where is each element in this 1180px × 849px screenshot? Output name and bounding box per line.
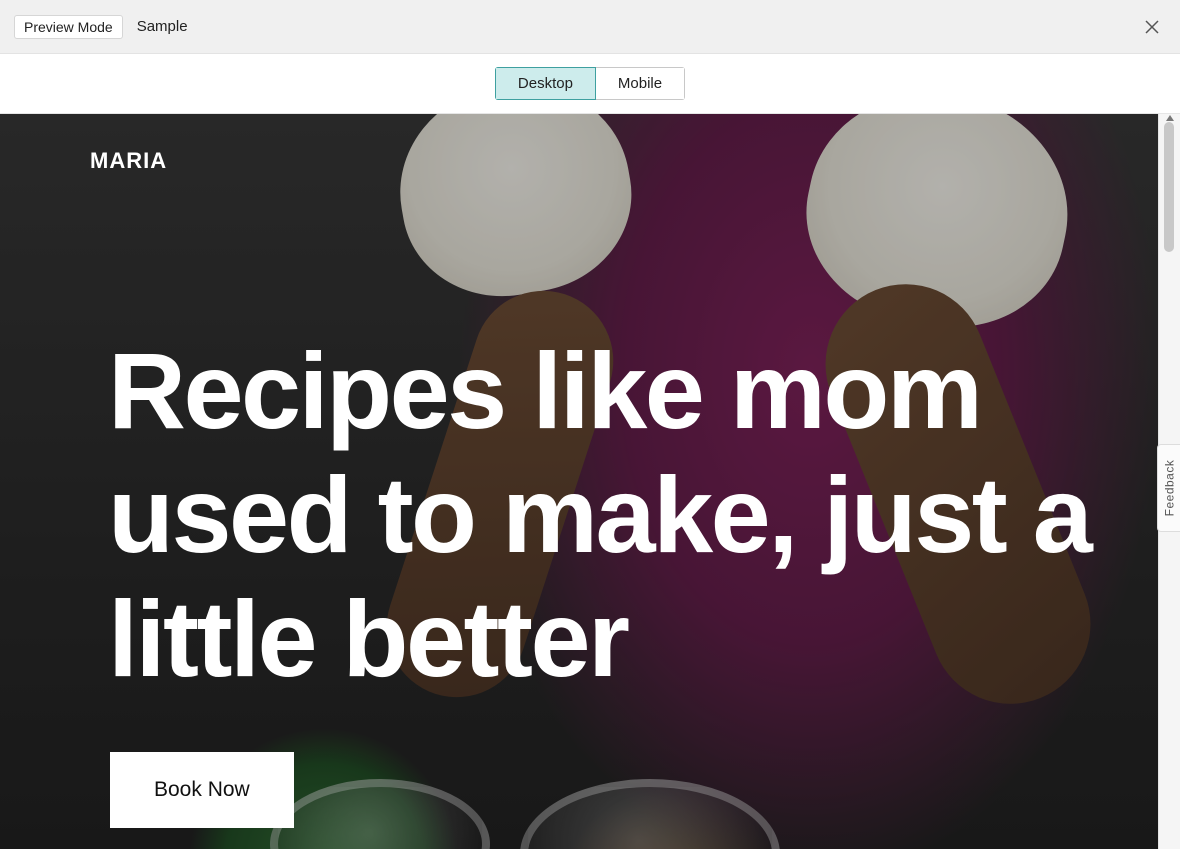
site-name-label: Sample <box>137 18 188 35</box>
preview-stage: MARIA Recipes like mom used to make, jus… <box>0 114 1158 849</box>
device-mobile-button[interactable]: Mobile <box>595 67 685 100</box>
site-logo-text: MARIA <box>90 148 167 174</box>
close-icon <box>1143 18 1161 36</box>
close-preview-button[interactable] <box>1138 13 1166 41</box>
device-desktop-label: Desktop <box>518 75 573 92</box>
scrollbar-thumb[interactable] <box>1164 122 1174 252</box>
book-now-button[interactable]: Book Now <box>110 752 294 828</box>
preview-mode-badge: Preview Mode <box>14 15 123 39</box>
device-toggle: Desktop Mobile <box>495 67 685 100</box>
device-mobile-label: Mobile <box>618 75 662 92</box>
device-desktop-button[interactable]: Desktop <box>495 67 596 100</box>
preview-mode-label: Preview Mode <box>24 19 113 35</box>
preview-topbar: Preview Mode Sample <box>0 0 1180 54</box>
preview-stage-outer: MARIA Recipes like mom used to make, jus… <box>0 114 1180 849</box>
book-now-label: Book Now <box>154 778 250 801</box>
device-toggle-row: Desktop Mobile <box>0 54 1180 114</box>
hero-headline: Recipes like mom used to make, just a li… <box>108 329 1098 702</box>
feedback-label: Feedback <box>1163 460 1177 517</box>
feedback-tab[interactable]: Feedback <box>1157 444 1180 532</box>
